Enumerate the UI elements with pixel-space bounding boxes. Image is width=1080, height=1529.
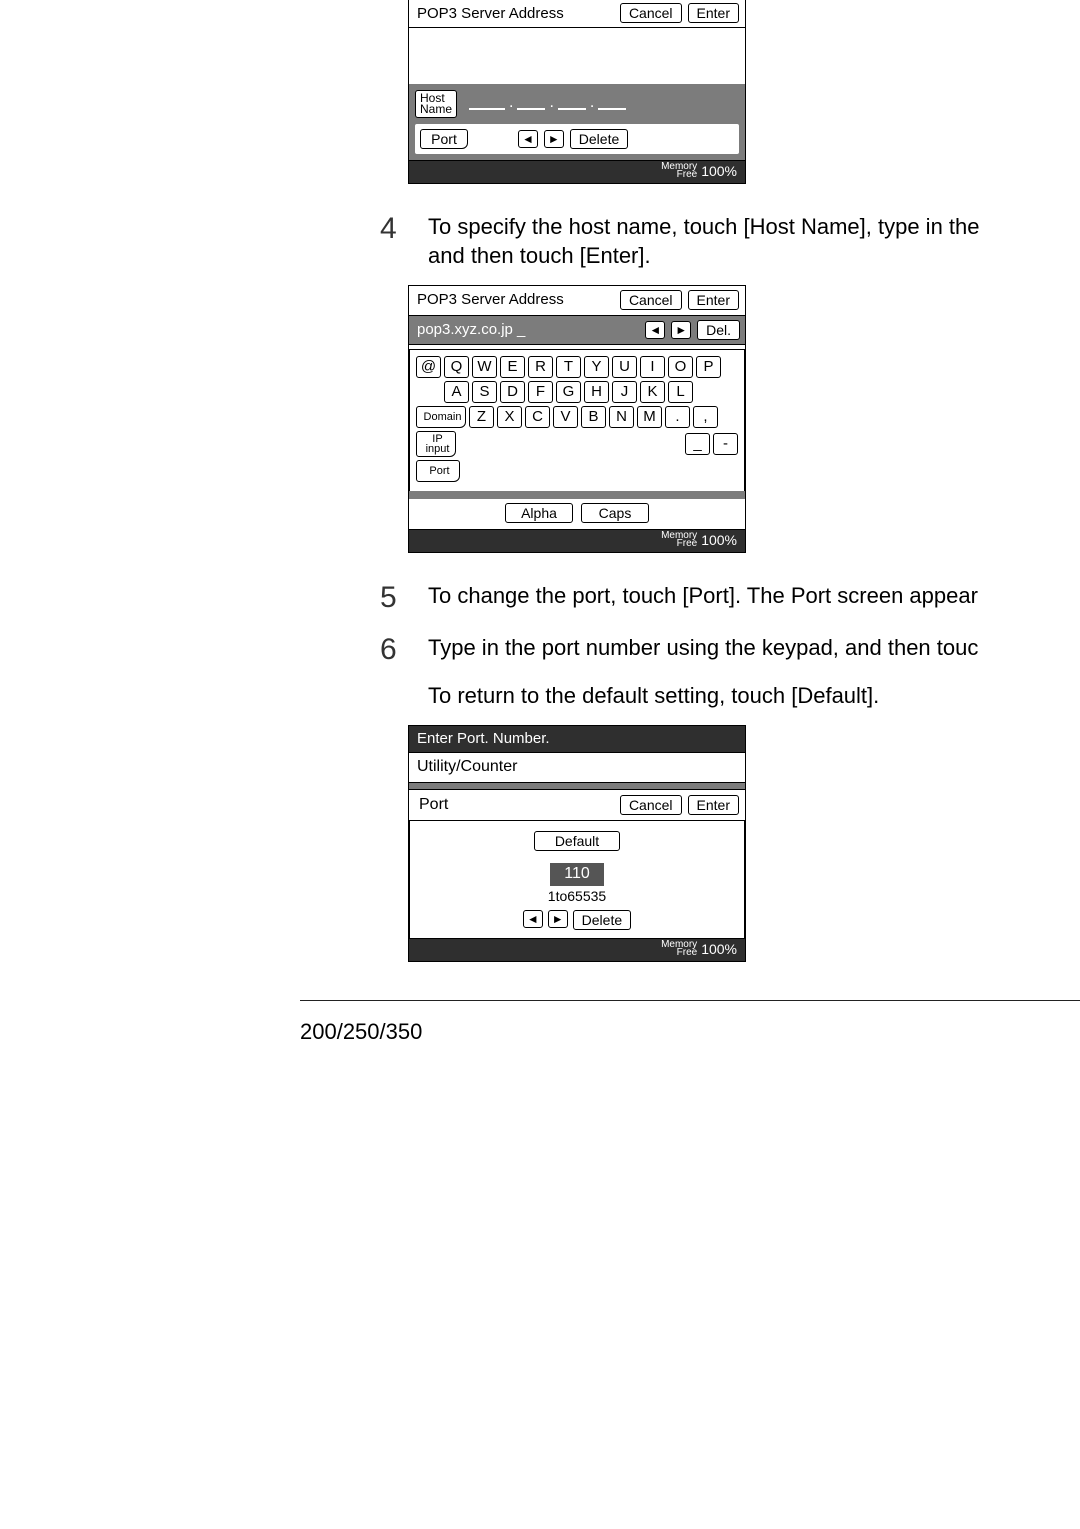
keyboard-row-2: A S D F G H J K L bbox=[416, 381, 738, 403]
section-label: Port bbox=[419, 796, 448, 814]
host-name-button[interactable]: Host Name bbox=[415, 90, 457, 118]
step-text: To return to the default setting, touch … bbox=[428, 681, 879, 711]
breadcrumb: Utility/Counter bbox=[409, 752, 745, 783]
key-x[interactable]: X bbox=[497, 406, 522, 428]
panel-port: Enter Port. Number. Utility/Counter Port… bbox=[408, 725, 746, 962]
model-identifier: 200/250/350 bbox=[300, 1019, 1080, 1045]
port-button[interactable]: Port bbox=[416, 460, 460, 482]
arrow-right-icon bbox=[548, 131, 560, 146]
arrow-left-icon bbox=[649, 322, 661, 337]
key-dot[interactable]: . bbox=[665, 406, 690, 428]
key-t[interactable]: T bbox=[556, 356, 581, 378]
key-q[interactable]: Q bbox=[444, 356, 469, 378]
ip-input-button[interactable]: IP input bbox=[416, 431, 456, 457]
panel-title: POP3 Server Address bbox=[417, 5, 564, 22]
step-text-line: and then touch [Enter]. bbox=[428, 243, 651, 268]
cancel-button[interactable]: Cancel bbox=[620, 290, 682, 310]
key-e[interactable]: E bbox=[500, 356, 525, 378]
key-m[interactable]: M bbox=[637, 406, 662, 428]
step-text-line: To specify the host name, touch [Host Na… bbox=[428, 214, 980, 239]
divider bbox=[300, 1000, 1080, 1001]
key-g[interactable]: G bbox=[556, 381, 581, 403]
memory-footer: MemoryFree 100% bbox=[409, 938, 745, 961]
panel-title: Enter Port. Number. bbox=[417, 730, 739, 747]
cancel-button[interactable]: Cancel bbox=[620, 795, 682, 815]
step-6-note: To return to the default setting, touch … bbox=[380, 681, 1080, 711]
caps-button[interactable]: Caps bbox=[581, 503, 649, 523]
key-y[interactable]: Y bbox=[584, 356, 609, 378]
port-button[interactable]: Port bbox=[420, 129, 468, 149]
arrow-right-button[interactable] bbox=[544, 130, 564, 148]
key-w[interactable]: W bbox=[472, 356, 497, 378]
key-v[interactable]: V bbox=[553, 406, 578, 428]
key-r[interactable]: R bbox=[528, 356, 553, 378]
key-d[interactable]: D bbox=[500, 381, 525, 403]
key-at[interactable]: @ bbox=[416, 356, 441, 378]
arrow-right-icon bbox=[552, 911, 564, 926]
hostname-input[interactable]: pop3.xyz.co.jp _ bbox=[414, 321, 639, 338]
key-f[interactable]: F bbox=[528, 381, 553, 403]
arrow-right-button[interactable] bbox=[548, 910, 568, 928]
enter-button[interactable]: Enter bbox=[688, 795, 739, 815]
key-p[interactable]: P bbox=[696, 356, 721, 378]
step-number: 6 bbox=[380, 633, 428, 667]
key-a[interactable]: A bbox=[444, 381, 469, 403]
arrow-left-icon bbox=[527, 911, 539, 926]
del-button[interactable]: Del. bbox=[697, 320, 740, 340]
key-comma[interactable]: , bbox=[693, 406, 718, 428]
key-c[interactable]: C bbox=[525, 406, 550, 428]
step-4: 4 To specify the host name, touch [Host … bbox=[380, 212, 1080, 271]
keyboard-row-4: IP input _ - bbox=[416, 431, 738, 457]
key-s[interactable]: S bbox=[472, 381, 497, 403]
key-u[interactable]: U bbox=[612, 356, 637, 378]
step-5: 5 To change the port, touch [Port]. The … bbox=[380, 581, 1080, 615]
step-text: To change the port, touch [Port]. The Po… bbox=[428, 581, 978, 611]
panel-title: POP3 Server Address bbox=[417, 291, 620, 308]
key-underscore[interactable]: _ bbox=[685, 433, 710, 455]
key-dash[interactable]: - bbox=[713, 433, 738, 455]
key-b[interactable]: B bbox=[581, 406, 606, 428]
arrow-left-button[interactable] bbox=[645, 321, 665, 339]
delete-button[interactable]: Delete bbox=[573, 910, 631, 930]
default-button[interactable]: Default bbox=[534, 831, 620, 851]
arrow-left-icon bbox=[522, 131, 534, 146]
key-h[interactable]: H bbox=[584, 381, 609, 403]
ip-address-field[interactable]: . . . bbox=[469, 94, 626, 114]
memory-footer: MemoryFree 100% bbox=[409, 160, 745, 183]
step-6: 6 Type in the port number using the keyp… bbox=[380, 633, 1080, 667]
keyboard-row-5: Port bbox=[416, 460, 738, 482]
arrow-right-icon bbox=[675, 322, 687, 337]
cancel-button[interactable]: Cancel bbox=[620, 3, 682, 23]
port-value[interactable]: 110 bbox=[550, 863, 604, 886]
port-range: 1to65535 bbox=[416, 888, 738, 904]
panel-keyboard: POP3 Server Address Cancel Enter pop3.xy… bbox=[408, 285, 746, 553]
panel-pop3-ip: POP3 Server Address Cancel Enter Host Na… bbox=[408, 0, 746, 184]
key-j[interactable]: J bbox=[612, 381, 637, 403]
key-z[interactable]: Z bbox=[469, 406, 494, 428]
keyboard-row-3: Domain Z X C V B N M . , bbox=[416, 406, 738, 428]
keyboard-row-1: @ Q W E R T Y U I O P bbox=[416, 356, 738, 378]
domain-button[interactable]: Domain bbox=[416, 406, 466, 428]
key-n[interactable]: N bbox=[609, 406, 634, 428]
key-o[interactable]: O bbox=[668, 356, 693, 378]
step-text: Type in the port number using the keypad… bbox=[428, 633, 978, 663]
enter-button[interactable]: Enter bbox=[688, 3, 739, 23]
step-number: 5 bbox=[380, 581, 428, 615]
key-l[interactable]: L bbox=[668, 381, 693, 403]
delete-button[interactable]: Delete bbox=[570, 129, 628, 149]
enter-button[interactable]: Enter bbox=[688, 290, 739, 310]
arrow-right-button[interactable] bbox=[671, 321, 691, 339]
memory-footer: MemoryFree 100% bbox=[409, 529, 745, 552]
step-number: 4 bbox=[380, 212, 428, 246]
arrow-left-button[interactable] bbox=[518, 130, 538, 148]
alpha-button[interactable]: Alpha bbox=[505, 503, 573, 523]
arrow-left-button[interactable] bbox=[523, 910, 543, 928]
key-i[interactable]: I bbox=[640, 356, 665, 378]
key-k[interactable]: K bbox=[640, 381, 665, 403]
